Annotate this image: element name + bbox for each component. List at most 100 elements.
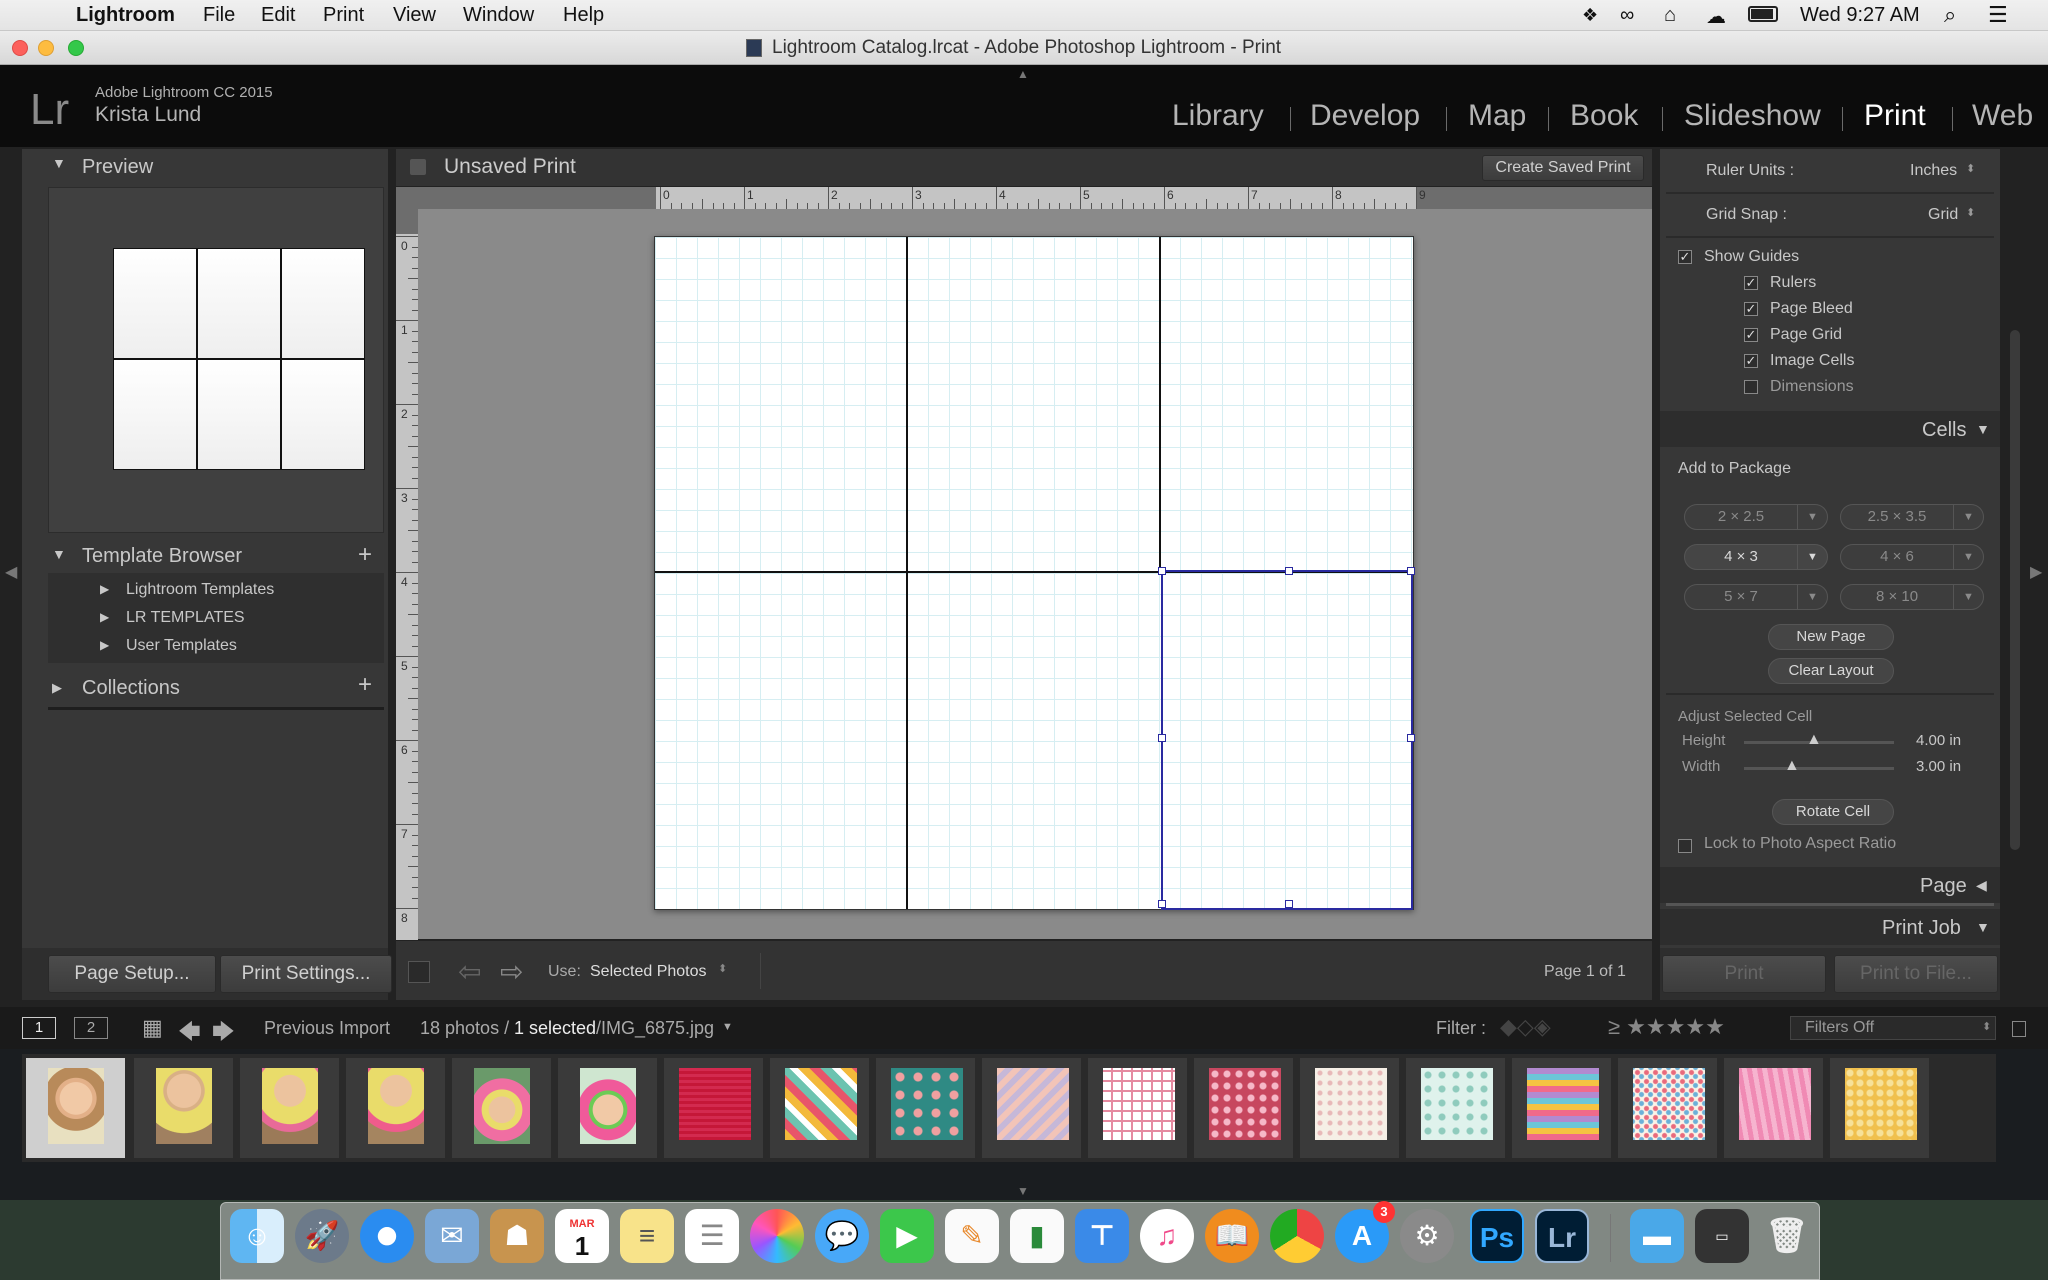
cells-section-header[interactable]: Cells ▼ [1660, 411, 2000, 447]
recent-window-icon[interactable]: ▭ [1695, 1209, 1749, 1263]
create-saved-print-button[interactable]: Create Saved Print [1482, 155, 1644, 181]
finder-icon[interactable]: ☺ [230, 1209, 284, 1263]
filmstrip-thumb[interactable] [1724, 1058, 1824, 1158]
chevron-down-icon[interactable]: ▼ [1953, 585, 1983, 609]
notes-icon[interactable]: ≡ [620, 1209, 674, 1263]
cell-resize-handle[interactable] [1158, 734, 1166, 742]
show-guides-checkbox[interactable]: ✓ [1678, 250, 1692, 264]
filmstrip-thumb[interactable] [1830, 1058, 1930, 1158]
cell-resize-handle[interactable] [1407, 567, 1415, 575]
collections-toggle-icon[interactable]: ▶ [52, 680, 62, 696]
collapse-top-panel-icon[interactable]: ▲ [1017, 67, 1029, 81]
ruler-units-stepper-icon[interactable]: ⬍ [1966, 162, 1975, 175]
close-window-button[interactable] [12, 40, 28, 56]
folder-expand-icon[interactable]: ▶ [100, 638, 109, 652]
height-value[interactable]: 4.00 in [1916, 732, 1961, 749]
minimize-window-button[interactable] [38, 40, 54, 56]
pages-icon[interactable]: ✎ [945, 1209, 999, 1263]
photos-icon[interactable] [750, 1209, 804, 1263]
size-4x3-button[interactable]: 4 × 3 ▼ [1684, 544, 1828, 570]
filmstrip-thumb[interactable] [1088, 1058, 1188, 1158]
rotate-cell-button[interactable]: Rotate Cell [1772, 799, 1894, 825]
template-browser-title[interactable]: Template Browser [82, 545, 242, 568]
lock-aspect-ratio-checkbox[interactable] [1678, 839, 1692, 853]
menu-window[interactable]: Window [463, 4, 534, 27]
module-develop[interactable]: Develop [1310, 99, 1420, 133]
menu-file[interactable]: File [203, 4, 235, 27]
filmstrip-thumb[interactable] [1406, 1058, 1506, 1158]
main-window-button[interactable]: 1 [22, 1017, 56, 1039]
system-preferences-icon[interactable]: ⚙ [1400, 1209, 1454, 1263]
file-menu-chevron-icon[interactable]: ▼ [722, 1021, 733, 1033]
rating-filter-stars[interactable]: ≥ ★★★★★ [1608, 1014, 1725, 1040]
cell-resize-handle[interactable] [1285, 900, 1293, 908]
module-map[interactable]: Map [1468, 99, 1526, 133]
ibooks-icon[interactable]: 📖 [1205, 1209, 1259, 1263]
page-grid-checkbox[interactable]: ✓ [1744, 328, 1758, 342]
messages-icon[interactable]: 💬 [815, 1209, 869, 1263]
selected-image-cell[interactable] [1158, 567, 1415, 910]
folder-icon[interactable]: ▬ [1630, 1209, 1684, 1263]
use-select[interactable]: Selected Photos [590, 963, 707, 981]
facetime-icon[interactable]: ▶ [880, 1209, 934, 1263]
numbers-icon[interactable]: ▮ [1010, 1209, 1064, 1263]
collapse-right-panel-icon[interactable]: ▶ [2030, 562, 2042, 582]
filmstrip-thumb[interactable] [770, 1058, 870, 1158]
app-store-icon[interactable]: A3 [1335, 1201, 1395, 1263]
safari-icon[interactable]: ⊕ [360, 1209, 414, 1263]
filmstrip-thumb[interactable] [452, 1058, 552, 1158]
filmstrip-thumb[interactable] [1194, 1058, 1294, 1158]
battery-icon[interactable] [1748, 6, 1778, 22]
collapse-filmstrip-icon[interactable]: ▼ [1017, 1184, 1029, 1198]
width-slider-track[interactable] [1744, 767, 1894, 770]
filmstrip-thumb[interactable] [1618, 1058, 1718, 1158]
new-page-button[interactable]: New Page [1768, 624, 1894, 650]
filmstrip-thumb[interactable] [1512, 1058, 1612, 1158]
flag-filter-icons[interactable]: ◆◇◈ [1500, 1014, 1551, 1040]
module-slideshow[interactable]: Slideshow [1684, 99, 1821, 133]
folder-expand-icon[interactable]: ▶ [100, 582, 109, 596]
size-2.5x3.5-button[interactable]: 2.5 × 3.5 ▼ [1840, 504, 1984, 530]
clock[interactable]: Wed 9:27 AM [1800, 4, 1920, 27]
print-job-collapse-icon[interactable]: ▼ [1976, 919, 1990, 935]
grid-snap-select[interactable]: Grid [1928, 206, 1958, 224]
filter-preset-select[interactable]: Filters Off [1790, 1016, 1996, 1040]
template-folder[interactable]: ▶ User Templates [48, 633, 384, 659]
source-label[interactable]: Previous Import [264, 1018, 390, 1039]
filter-preset-stepper-icon[interactable]: ⬍ [1982, 1020, 1991, 1033]
ruler-units-select[interactable]: Inches [1910, 162, 1957, 180]
preview-panel-title[interactable]: Preview [82, 156, 153, 179]
image-cell[interactable] [655, 573, 908, 909]
template-folder[interactable]: ▶ LR TEMPLATES [48, 605, 384, 631]
spotlight-icon[interactable]: ⌕ [1944, 2, 1956, 28]
mail-icon[interactable]: ✉ [425, 1209, 479, 1263]
module-book[interactable]: Book [1570, 99, 1638, 133]
selected-file[interactable]: /IMG_6875.jpg [596, 1018, 714, 1039]
grid-snap-stepper-icon[interactable]: ⬍ [1966, 206, 1975, 219]
chevron-down-icon[interactable]: ▼ [1797, 505, 1827, 529]
reminders-icon[interactable]: ☰ [685, 1209, 739, 1263]
cell-resize-handle[interactable] [1158, 900, 1166, 908]
grid-view-icon[interactable]: ▦ [142, 1015, 163, 1041]
template-folder[interactable]: ▶ Lightroom Templates [48, 577, 384, 603]
lightroom-icon[interactable]: Lr [1535, 1209, 1589, 1263]
menu-edit[interactable]: Edit [261, 4, 295, 27]
print-to-file-button[interactable]: Print to File... [1834, 955, 1998, 993]
contacts-icon[interactable]: ☗ [490, 1209, 544, 1263]
chevron-down-icon[interactable]: ▼ [1953, 545, 1983, 569]
menu-print[interactable]: Print [323, 4, 364, 27]
cell-resize-handle[interactable] [1285, 567, 1293, 575]
back-arrow-icon[interactable]: 🡄 [178, 1015, 201, 1053]
print-button[interactable]: Print [1662, 955, 1826, 993]
template-browser-toggle-icon[interactable]: ▼ [52, 546, 66, 562]
preview-toggle-icon[interactable]: ▼ [52, 155, 66, 171]
menu-app-lightroom[interactable]: Lightroom [76, 4, 175, 27]
collapse-left-panel-icon[interactable]: ◀ [5, 562, 17, 582]
previous-page-icon[interactable]: ⇦ [458, 955, 481, 988]
module-print[interactable]: Print [1864, 99, 1926, 133]
filmstrip-thumb[interactable] [558, 1058, 658, 1158]
page-view-toggle[interactable] [408, 961, 430, 983]
creative-cloud-icon[interactable]: ∞ [1620, 4, 1634, 27]
menu-help[interactable]: Help [563, 4, 604, 27]
filmstrip-thumb-selected[interactable] [26, 1058, 126, 1158]
